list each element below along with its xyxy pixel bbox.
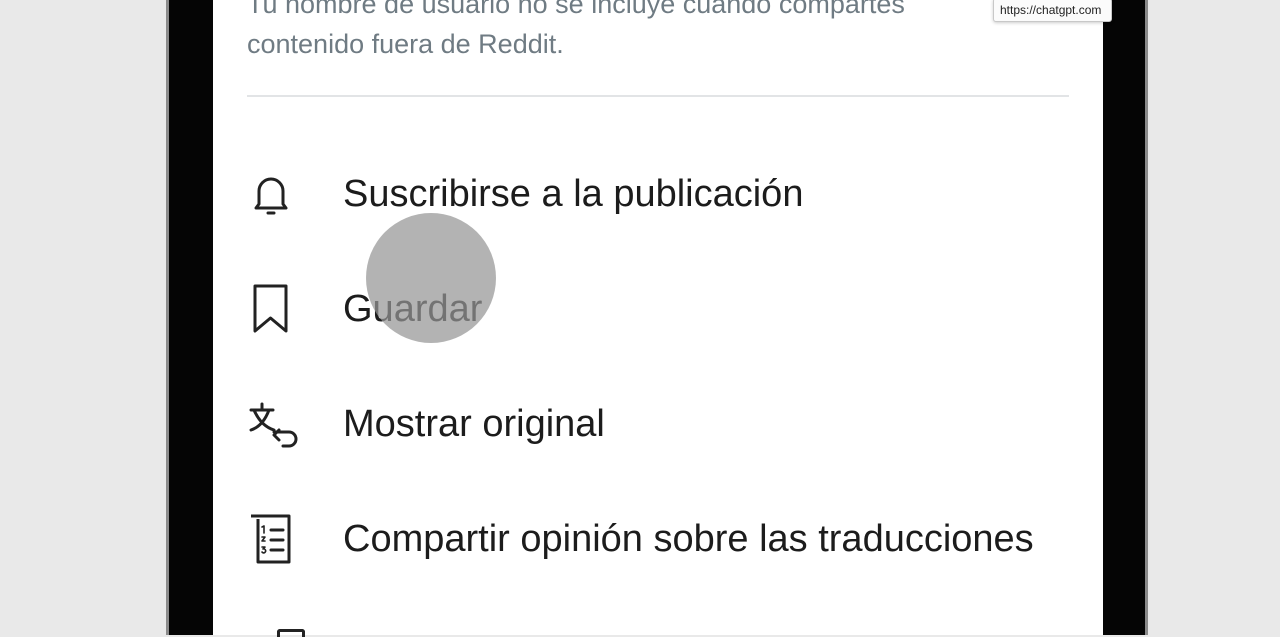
next-item-icon-partial	[277, 629, 305, 637]
translate-icon	[247, 396, 323, 452]
url-tooltip: https://chatgpt.com	[993, 0, 1112, 22]
menu-item-label: Suscribirse a la publicación	[343, 172, 804, 215]
divider	[247, 95, 1069, 97]
bookmark-icon	[247, 281, 323, 337]
menu-item-translation-feedback[interactable]: Compartir opinión sobre las traducciones	[247, 499, 1087, 579]
menu-item-show-original[interactable]: Mostrar original	[247, 384, 1087, 464]
numbered-list-icon	[247, 511, 323, 567]
menu-item-label: Mostrar original	[343, 402, 605, 445]
bell-icon	[247, 166, 323, 222]
touch-indicator	[366, 213, 496, 343]
menu-item-subscribe[interactable]: Suscribirse a la publicación	[247, 154, 1087, 234]
bottom-sheet: Tu nombre de usuario no se incluye cuand…	[213, 0, 1103, 635]
menu-item-label: Compartir opinión sobre las traducciones	[343, 517, 1034, 560]
share-privacy-note: Tu nombre de usuario no se incluye cuand…	[247, 0, 905, 59]
